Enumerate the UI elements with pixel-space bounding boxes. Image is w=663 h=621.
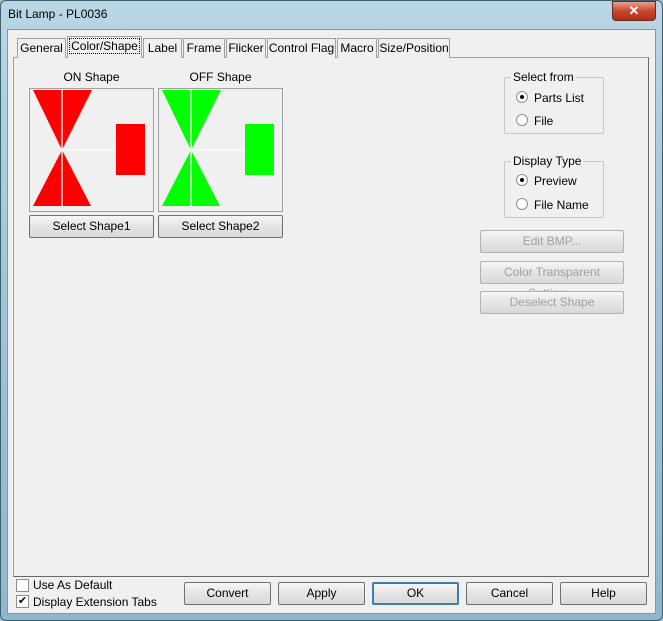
lamp-rect	[245, 124, 274, 175]
parts-list-radio[interactable]	[516, 91, 528, 103]
convert-button[interactable]: Convert	[184, 582, 271, 605]
tab-size-position[interactable]: Size/Position	[378, 38, 450, 58]
file-name-radio[interactable]	[516, 198, 528, 210]
tab-flicker[interactable]: Flicker	[226, 38, 266, 58]
file-radio[interactable]	[516, 114, 528, 126]
off-lamp-shape-image	[162, 90, 274, 206]
use-as-default-label[interactable]: Use As Default	[33, 578, 112, 592]
display-extension-tabs-label[interactable]: Display Extension Tabs	[33, 595, 157, 609]
parts-list-label[interactable]: Parts List	[534, 91, 584, 105]
ok-button[interactable]: OK	[372, 582, 459, 605]
use-as-default-checkbox[interactable]	[16, 579, 29, 592]
preview-label[interactable]: Preview	[534, 174, 577, 188]
display-extension-tabs-checkbox[interactable]: ✔	[16, 595, 29, 608]
select-shape1-button[interactable]: Select Shape1	[29, 215, 154, 238]
select-shape2-button[interactable]: Select Shape2	[158, 215, 283, 238]
tab-color-shape[interactable]: Color/Shape	[67, 36, 142, 58]
on-shape-preview	[29, 88, 154, 212]
on-lamp-shape-image	[33, 90, 145, 206]
close-button[interactable]: ✕	[612, 1, 656, 21]
on-shape-label: ON Shape	[63, 70, 120, 84]
preview-radio[interactable]	[516, 174, 528, 186]
tab-frame[interactable]: Frame	[183, 38, 225, 58]
color-transparent-setting-button[interactable]: Color Transparent Setting...	[480, 261, 624, 300]
off-shape-preview	[158, 88, 283, 212]
off-shape-label: OFF Shape	[189, 70, 252, 84]
group-title: Select from	[511, 70, 576, 84]
window-title: Bit Lamp - PL0036	[8, 7, 108, 21]
tab-label: Color/Shape	[69, 38, 140, 54]
lamp-rect	[116, 124, 145, 175]
edit-bmp-button[interactable]: Edit BMP...	[480, 230, 624, 253]
tab-macro[interactable]: Macro	[337, 38, 377, 58]
file-label[interactable]: File	[534, 114, 553, 128]
tab-general[interactable]: General	[17, 38, 66, 58]
checkmark-icon: ✔	[17, 595, 28, 607]
group-title: Display Type	[511, 154, 584, 168]
deselect-shape-button[interactable]: Deselect Shape	[480, 291, 624, 314]
help-button[interactable]: Help	[560, 582, 647, 605]
close-x-icon: ✕	[628, 3, 640, 18]
apply-button[interactable]: Apply	[278, 582, 365, 605]
tab-label[interactable]: Label	[143, 38, 182, 58]
tab-control-flag[interactable]: Control Flag	[267, 38, 336, 58]
file-name-label[interactable]: File Name	[534, 198, 589, 212]
cancel-button[interactable]: Cancel	[466, 582, 553, 605]
